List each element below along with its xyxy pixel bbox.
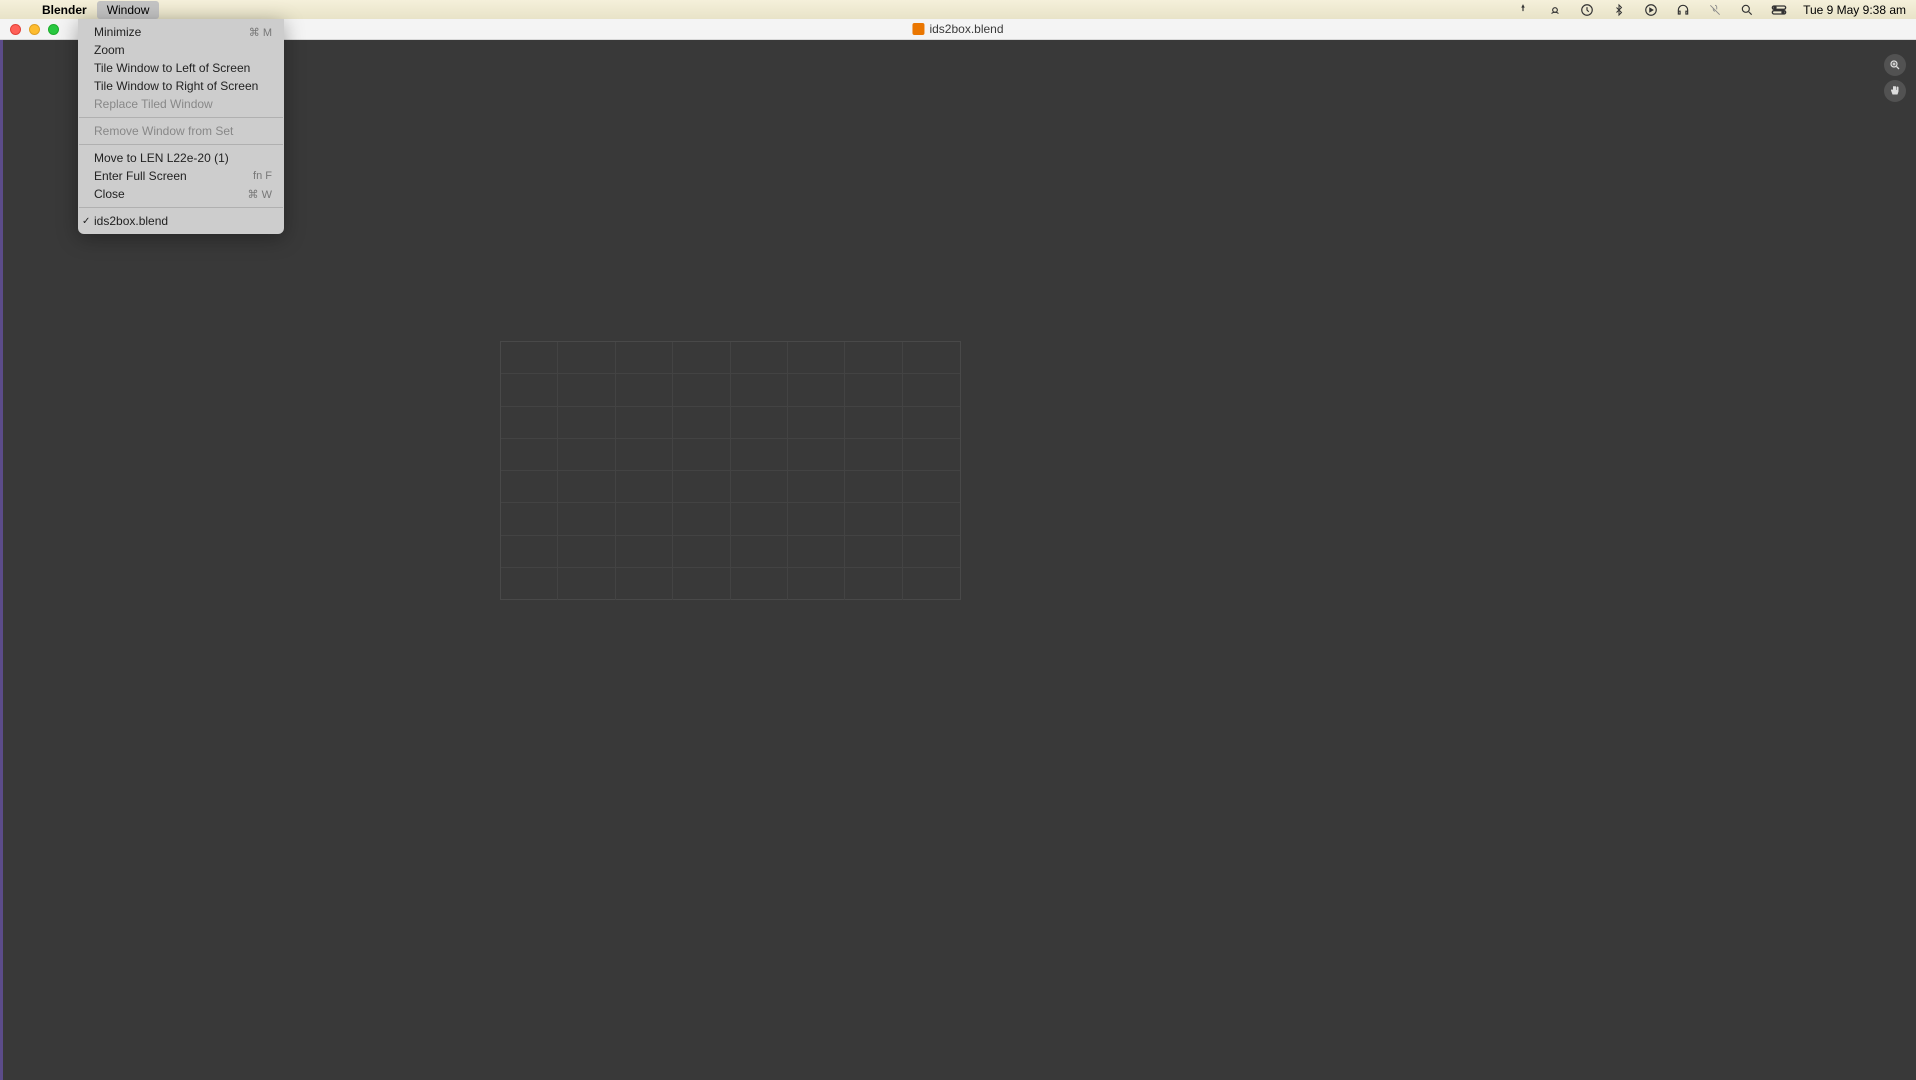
window-menu[interactable]: Window xyxy=(97,1,160,19)
control-center-icon[interactable] xyxy=(1771,2,1787,18)
menu-separator xyxy=(79,117,283,118)
menu-tile-right[interactable]: Tile Window to Right of Screen xyxy=(78,77,284,95)
menu-tile-left-label: Tile Window to Left of Screen xyxy=(94,61,250,75)
menu-zoom-label: Zoom xyxy=(94,43,125,57)
window-titlebar: ids2box.blend xyxy=(0,19,1916,40)
blend-file-icon xyxy=(912,23,924,35)
maximize-button[interactable] xyxy=(48,24,59,35)
menu-minimize[interactable]: Minimize ⌘ M xyxy=(78,23,284,41)
menu-fullscreen[interactable]: Enter Full Screen fn F xyxy=(78,167,284,185)
menu-replace-tiled: Replace Tiled Window xyxy=(78,95,284,113)
menubar-left: Blender Window xyxy=(18,1,159,19)
vpn-icon[interactable] xyxy=(1515,2,1531,18)
minimize-button[interactable] xyxy=(29,24,40,35)
menu-zoom[interactable]: Zoom xyxy=(78,41,284,59)
traffic-lights xyxy=(10,24,59,35)
viewport-grid xyxy=(500,341,961,600)
menu-replace-tiled-label: Replace Tiled Window xyxy=(94,97,213,111)
menu-close[interactable]: Close ⌘ W xyxy=(78,185,284,203)
bluetooth-icon[interactable] xyxy=(1611,2,1627,18)
app-menu[interactable]: Blender xyxy=(32,1,97,19)
menu-fullscreen-label: Enter Full Screen xyxy=(94,169,187,183)
pan-tool-icon[interactable] xyxy=(1884,80,1906,102)
play-icon[interactable] xyxy=(1643,2,1659,18)
menubar-right: Tue 9 May 9:38 am xyxy=(1515,2,1906,18)
menu-separator xyxy=(79,207,283,208)
menu-move-to[interactable]: Move to LEN L22e-20 (1) xyxy=(78,149,284,167)
viewport[interactable] xyxy=(0,40,1916,1080)
menu-separator xyxy=(79,144,283,145)
left-strip xyxy=(0,40,3,1080)
spotlight-icon[interactable] xyxy=(1739,2,1755,18)
menu-open-window[interactable]: ✓ ids2box.blend xyxy=(78,212,284,230)
mic-off-icon[interactable] xyxy=(1707,2,1723,18)
menu-tile-left[interactable]: Tile Window to Left of Screen xyxy=(78,59,284,77)
menu-move-to-label: Move to LEN L22e-20 (1) xyxy=(94,151,229,165)
menu-close-shortcut: ⌘ W xyxy=(248,188,272,201)
menu-fullscreen-shortcut: fn F xyxy=(253,170,272,182)
menu-minimize-label: Minimize xyxy=(94,25,141,39)
sync-icon[interactable] xyxy=(1579,2,1595,18)
titlebar-title: ids2box.blend xyxy=(912,22,1003,36)
menu-open-window-label: ids2box.blend xyxy=(94,214,168,228)
window-dropdown: Minimize ⌘ M Zoom Tile Window to Left of… xyxy=(78,19,284,234)
window-filename: ids2box.blend xyxy=(929,22,1003,36)
close-button[interactable] xyxy=(10,24,21,35)
airdrop-icon[interactable] xyxy=(1547,2,1563,18)
macos-menubar: Blender Window Tue 9 May 9:38 am xyxy=(0,0,1916,19)
viewport-tools xyxy=(1884,54,1906,102)
menubar-datetime[interactable]: Tue 9 May 9:38 am xyxy=(1803,3,1906,17)
headphones-icon[interactable] xyxy=(1675,2,1691,18)
menu-tile-right-label: Tile Window to Right of Screen xyxy=(94,79,258,93)
menu-remove-set-label: Remove Window from Set xyxy=(94,124,233,138)
menu-close-label: Close xyxy=(94,187,125,201)
zoom-tool-icon[interactable] xyxy=(1884,54,1906,76)
menu-minimize-shortcut: ⌘ M xyxy=(249,26,272,39)
menu-remove-set: Remove Window from Set xyxy=(78,122,284,140)
check-icon: ✓ xyxy=(82,216,94,227)
